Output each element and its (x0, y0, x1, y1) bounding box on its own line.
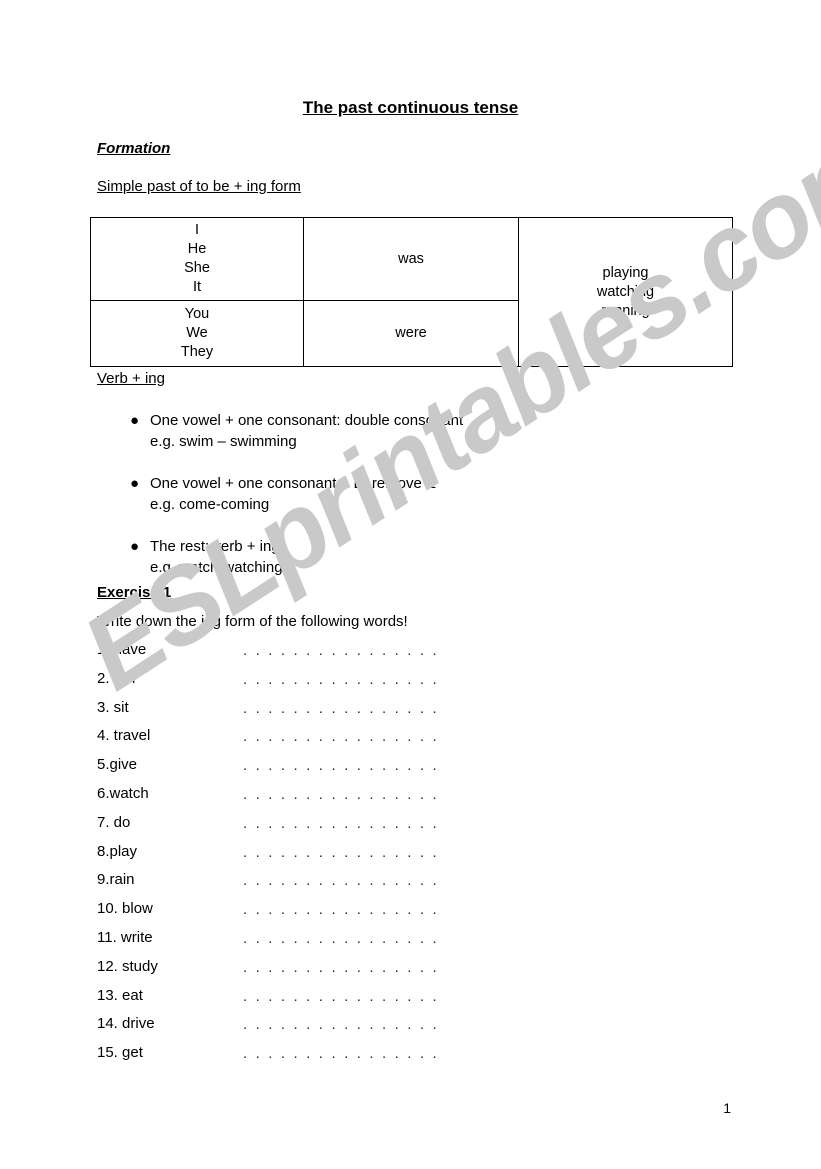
page-title: The past continuous tense (302, 98, 519, 117)
list-item: 10. blow . . . . . . . . . . . . . . . .… (97, 900, 517, 929)
answer-blank[interactable]: . . . . . . . . . . . . . . . . . . . . … (243, 700, 443, 717)
worksheet-page: The past continuous tense Formation Simp… (0, 0, 821, 1169)
list-item: 5.give . . . . . . . . . . . . . . . . .… (97, 756, 517, 785)
bullet-icon: ● (130, 475, 140, 492)
pronoun-item: She (184, 260, 210, 276)
answer-blank[interactable]: . . . . . . . . . . . . . . . . . . . . … (243, 642, 443, 659)
word-label: 4. travel (97, 727, 151, 745)
answer-blank[interactable]: . . . . . . . . . . . . . . . . . . . . … (243, 1016, 443, 1033)
pronoun-item: You (184, 306, 210, 322)
rule-text: The rest: verb + ing (150, 538, 280, 555)
conjugation-table: I He She It was playing watching running… (90, 217, 733, 367)
answer-blank[interactable]: . . . . . . . . . . . . . . . . . . . . … (243, 901, 443, 918)
word-label: 2. run (97, 669, 136, 687)
word-label: 11. write (97, 928, 153, 946)
word-label: 9.rain (97, 871, 135, 889)
pronoun-cell-singular: I He She It (90, 217, 304, 301)
word-label: 1. have (97, 641, 147, 658)
pronoun-item: We (186, 325, 208, 341)
bullet-icon: ● (130, 538, 140, 555)
list-item: 1. have . . . . . . . . . . . . . . . . … (97, 641, 517, 670)
be-form-cell-was: was (303, 217, 519, 301)
word-label: 5.give (97, 756, 138, 774)
list-item: 15. get . . . . . . . . . . . . . . . . … (97, 1044, 517, 1073)
section-heading-formation: Formation (97, 140, 171, 157)
answer-blank[interactable]: . . . . . . . . . . . . . . . . . . . . … (243, 988, 443, 1005)
document-content: The past continuous tense Formation Simp… (0, 0, 821, 1169)
pronoun-item: It (192, 279, 202, 295)
list-item: 4. travel . . . . . . . . . . . . . . . … (97, 727, 517, 756)
rule-example: e.g. swim – swimming (150, 433, 297, 450)
list-item: ● One vowel + one consonant + E: remove … (127, 473, 687, 515)
word-label: 8.play (97, 842, 138, 860)
word-label: 12. study (97, 957, 158, 975)
word-label: 15. get (97, 1044, 143, 1062)
list-item: 6.watch . . . . . . . . . . . . . . . . … (97, 785, 517, 814)
word-label: 13. eat (97, 986, 143, 1004)
table-row: I He She It was playing watching running (90, 217, 733, 367)
exercise-word-list: 1. have . . . . . . . . . . . . . . . . … (97, 641, 517, 1073)
be-form-cell-were: were (303, 300, 519, 367)
list-item: ● The rest: verb + ing e.g. watch-watchi… (127, 536, 687, 578)
word-label: 3. sit (97, 698, 129, 716)
answer-blank[interactable]: . . . . . . . . . . . . . . . . . . . . … (243, 1045, 443, 1062)
answer-blank[interactable]: . . . . . . . . . . . . . . . . . . . . … (243, 872, 443, 889)
rule-example: e.g. come-coming (150, 496, 270, 513)
rule-example: e.g. watch-watching (150, 559, 283, 576)
word-label: 14. drive (97, 1015, 155, 1033)
word-label: 6.watch (97, 784, 149, 802)
answer-blank[interactable]: . . . . . . . . . . . . . . . . . . . . … (243, 815, 443, 832)
rule-text: One vowel + one consonant: double conson… (150, 412, 464, 429)
answer-blank[interactable]: . . . . . . . . . . . . . . . . . . . . … (243, 728, 443, 745)
spelling-rules-list: ● One vowel + one consonant: double cons… (127, 410, 687, 599)
answer-blank[interactable]: . . . . . . . . . . . . . . . . . . . . … (243, 959, 443, 976)
pronoun-item: They (180, 344, 214, 360)
rule-text: One vowel + one consonant + E: remove E (150, 475, 437, 492)
exercise-heading: Exercise 1 (97, 584, 172, 601)
list-item: 8.play . . . . . . . . . . . . . . . . .… (97, 843, 517, 872)
answer-blank[interactable]: . . . . . . . . . . . . . . . . . . . . … (243, 671, 443, 688)
answer-blank[interactable]: . . . . . . . . . . . . . . . . . . . . … (243, 844, 443, 861)
list-item: 7. do . . . . . . . . . . . . . . . . . … (97, 814, 517, 843)
ing-example-item: running (601, 302, 650, 319)
answer-blank[interactable]: . . . . . . . . . . . . . . . . . . . . … (243, 930, 443, 947)
list-item: ● One vowel + one consonant: double cons… (127, 410, 687, 452)
bullet-icon: ● (130, 412, 140, 429)
ing-example-item: watching (596, 283, 655, 300)
answer-blank[interactable]: . . . . . . . . . . . . . . . . . . . . … (243, 757, 443, 774)
list-item: 9.rain . . . . . . . . . . . . . . . . .… (97, 871, 517, 900)
page-number: 1 (723, 1100, 731, 1116)
answer-blank[interactable]: . . . . . . . . . . . . . . . . . . . . … (243, 786, 443, 803)
word-label: 7. do (97, 813, 131, 831)
ing-examples-cell: playing watching running (518, 217, 733, 367)
word-label: 10. blow (97, 900, 153, 918)
list-item: 12. study . . . . . . . . . . . . . . . … (97, 958, 517, 987)
list-item: 3. sit . . . . . . . . . . . . . . . . .… (97, 699, 517, 728)
list-item: 2. run . . . . . . . . . . . . . . . . .… (97, 670, 517, 699)
pronoun-item: I (194, 222, 200, 238)
pronoun-item: He (187, 241, 207, 257)
list-item: 11. write . . . . . . . . . . . . . . . … (97, 929, 517, 958)
subheading-verb-ing: Verb + ing (97, 370, 165, 387)
exercise-instruction: Write down the ing form of the following… (97, 613, 408, 630)
list-item: 14. drive . . . . . . . . . . . . . . . … (97, 1015, 517, 1044)
pronoun-cell-plural: You We They (90, 300, 304, 367)
ing-example-item: playing (602, 264, 649, 281)
subheading-simple-past: Simple past of to be + ing form (97, 178, 301, 195)
list-item: 13. eat . . . . . . . . . . . . . . . . … (97, 987, 517, 1016)
